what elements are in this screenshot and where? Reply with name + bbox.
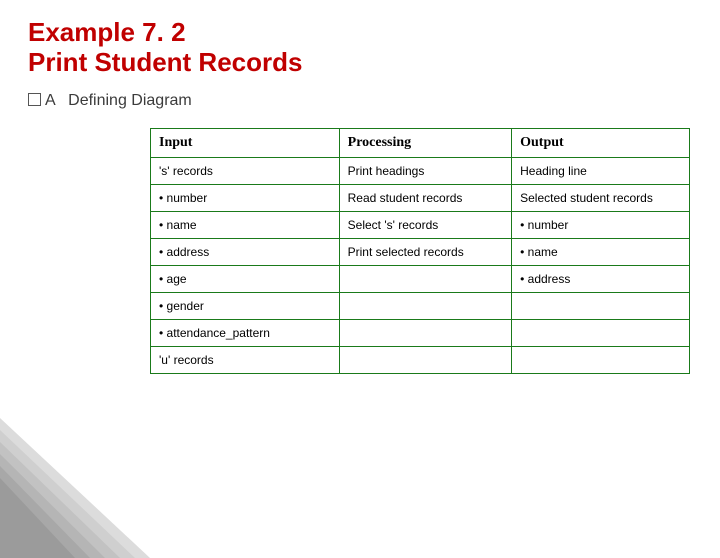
table-header-row: Input Processing Output	[151, 128, 690, 157]
defining-diagram-table: Input Processing Output 's' records Prin…	[150, 128, 690, 374]
cell-proc: Print headings	[339, 157, 511, 184]
cell-proc	[339, 265, 511, 292]
cell-input: • gender	[151, 292, 340, 319]
cell-input: • address	[151, 238, 340, 265]
cell-output: • address	[512, 265, 690, 292]
title-line-2: Print Student Records	[28, 47, 302, 77]
cell-output: Heading line	[512, 157, 690, 184]
header-input: Input	[151, 128, 340, 157]
table-row: • age • address	[151, 265, 690, 292]
decorative-wedge-icon	[0, 418, 150, 558]
table-row: • attendance_pattern	[151, 319, 690, 346]
table-row: 'u' records	[151, 346, 690, 373]
cell-proc: Print selected records	[339, 238, 511, 265]
cell-input: 's' records	[151, 157, 340, 184]
table-row: 's' records Print headings Heading line	[151, 157, 690, 184]
header-output: Output	[512, 128, 690, 157]
bullet-box-icon	[28, 93, 41, 106]
cell-input: 'u' records	[151, 346, 340, 373]
cell-input: • age	[151, 265, 340, 292]
table-row: • address Print selected records • name	[151, 238, 690, 265]
cell-output	[512, 319, 690, 346]
cell-output	[512, 346, 690, 373]
cell-input: • name	[151, 211, 340, 238]
cell-output: Selected student records	[512, 184, 690, 211]
cell-input: • number	[151, 184, 340, 211]
table-row: • number Read student records Selected s…	[151, 184, 690, 211]
subtitle: A Defining Diagram	[28, 92, 720, 110]
cell-output: • number	[512, 211, 690, 238]
cell-input: • attendance_pattern	[151, 319, 340, 346]
cell-proc: Select 's' records	[339, 211, 511, 238]
cell-output: • name	[512, 238, 690, 265]
cell-proc	[339, 319, 511, 346]
cell-proc: Read student records	[339, 184, 511, 211]
title-line-1: Example 7. 2	[28, 17, 186, 47]
header-processing: Processing	[339, 128, 511, 157]
sub-text: Defining Diagram	[68, 92, 192, 109]
table-row: • gender	[151, 292, 690, 319]
cell-proc	[339, 292, 511, 319]
slide-title: Example 7. 2 Print Student Records	[28, 18, 720, 78]
cell-output	[512, 292, 690, 319]
sub-prefix: A	[45, 92, 55, 109]
table-row: • name Select 's' records • number	[151, 211, 690, 238]
cell-proc	[339, 346, 511, 373]
